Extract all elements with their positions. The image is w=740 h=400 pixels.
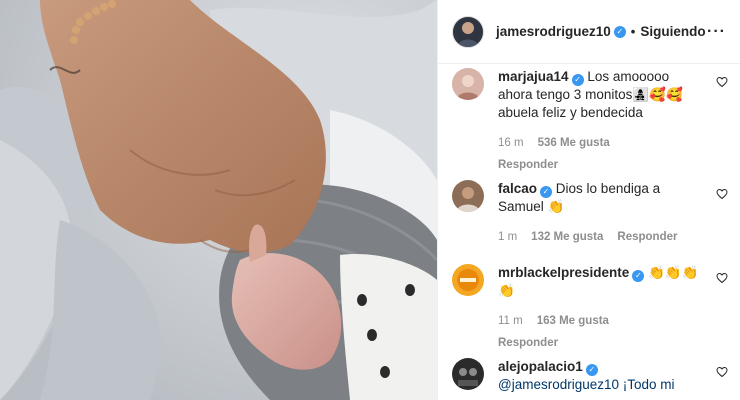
avatar-person-icon: [457, 21, 479, 47]
comment-username[interactable]: mrblackelpresidente: [498, 265, 629, 280]
comment-username[interactable]: alejopalacio1: [498, 359, 583, 374]
commenter-avatar[interactable]: [452, 68, 484, 100]
verified-badge-icon: ✓: [613, 25, 626, 38]
commenter-avatar[interactable]: [452, 358, 484, 390]
post-username[interactable]: jamesrodriguez10: [496, 24, 611, 39]
verified-badge-icon: ✓: [540, 186, 553, 198]
comment-username[interactable]: marjajua14: [498, 69, 569, 84]
avatar-person-icon: [452, 180, 484, 212]
commenter-avatar[interactable]: [452, 264, 484, 296]
heart-icon[interactable]: [716, 76, 728, 88]
reply-button[interactable]: Responder: [498, 334, 704, 352]
comment-likes[interactable]: 163 Me gusta: [537, 312, 609, 330]
heart-icon[interactable]: [716, 272, 728, 284]
more-options-icon[interactable]: ···: [707, 23, 726, 41]
photo-image: [0, 0, 437, 400]
comment-item: alejopalacio1 ✓ @jamesrodriguez10 ¡Todo m…: [452, 358, 728, 394]
comment-meta: 1 m 132 Me gusta Responder: [498, 228, 704, 246]
comment-time[interactable]: 11 m: [498, 312, 523, 330]
comment-time[interactable]: 16 m: [498, 134, 524, 152]
comment-likes[interactable]: 132 Me gusta: [531, 228, 603, 246]
comment-meta: 16 m 536 Me gusta: [498, 134, 704, 152]
comment-item: falcao ✓ Dios lo bendiga a Samuel 👏 1 m 1…: [452, 180, 728, 246]
verified-badge-icon: ✓: [585, 364, 598, 376]
heart-icon[interactable]: [716, 366, 728, 378]
separator-dot: •: [630, 24, 636, 39]
comment-time[interactable]: 1 m: [498, 228, 517, 246]
avatar-person-icon: [452, 68, 484, 100]
verified-badge-icon: ✓: [571, 74, 584, 86]
post-photo[interactable]: [0, 0, 437, 400]
comment-item: mrblackelpresidente ✓ 👏👏👏👏 11 m 163 Me gu…: [452, 264, 728, 352]
user-avatar[interactable]: [452, 15, 484, 48]
comment-username[interactable]: falcao: [498, 181, 537, 196]
post-header: jamesrodriguez10 ✓ • Siguiendo ···: [438, 0, 740, 64]
heart-icon[interactable]: [716, 188, 728, 200]
comments-panel: jamesrodriguez10 ✓ • Siguiendo ··· marja…: [437, 0, 740, 400]
reply-button[interactable]: Responder: [617, 228, 677, 246]
avatar-logo-icon: [452, 264, 484, 296]
comment-text: @jamesrodriguez10 ¡Todo mi: [498, 377, 675, 392]
comment-item: marjajua14 ✓ Los amooooo ahora tengo 3 mo…: [452, 68, 728, 174]
comment-meta: 11 m 163 Me gusta: [498, 312, 704, 330]
following-button[interactable]: Siguiendo: [640, 24, 705, 39]
verified-badge-icon: ✓: [632, 270, 645, 282]
comment-likes[interactable]: 536 Me gusta: [538, 134, 610, 152]
avatar-person-icon: [452, 358, 484, 390]
reply-button[interactable]: Responder: [498, 156, 704, 174]
commenter-avatar[interactable]: [452, 180, 484, 212]
